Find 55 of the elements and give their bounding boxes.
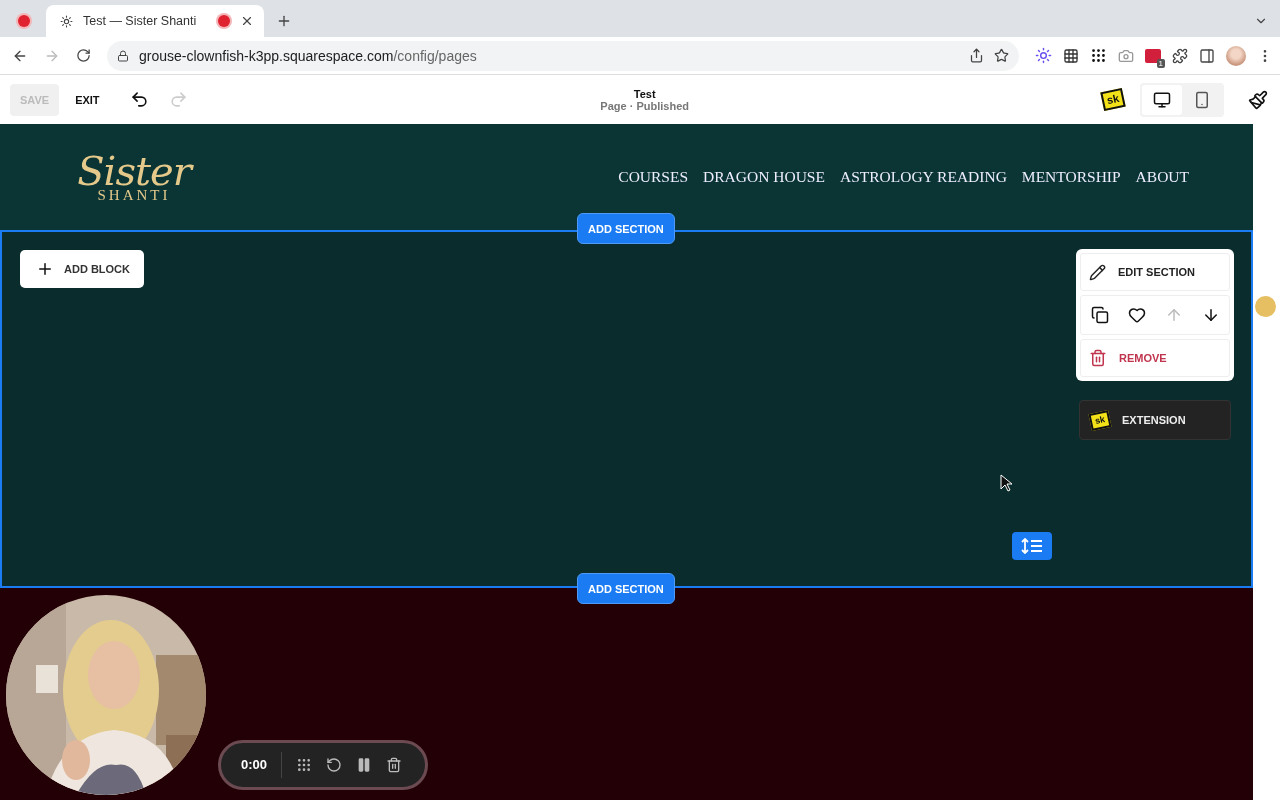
- extension-button[interactable]: sk EXTENSION: [1079, 400, 1231, 440]
- add-section-button[interactable]: ADD SECTION: [577, 213, 675, 244]
- grid-icon[interactable]: [296, 757, 313, 773]
- sk-badge[interactable]: sk: [1100, 87, 1126, 112]
- nav-link[interactable]: COURSES: [618, 168, 689, 186]
- grip-icon[interactable]: [1090, 47, 1107, 64]
- recording-time: 0:00: [241, 752, 283, 778]
- exit-button[interactable]: EXIT: [69, 92, 106, 107]
- tab-title: Test — Sister Shanti: [83, 14, 198, 28]
- add-section-button[interactable]: ADD SECTION: [577, 573, 675, 604]
- cursor-icon: [1000, 474, 1012, 492]
- nav-link[interactable]: ABOUT: [1135, 168, 1189, 186]
- undo-icon[interactable]: [129, 90, 149, 109]
- logo-caps: SHANTI: [97, 186, 171, 204]
- trash-icon: [1089, 349, 1107, 367]
- remove-button[interactable]: REMOVE: [1080, 339, 1230, 377]
- close-icon[interactable]: [240, 14, 254, 28]
- pencil-icon: [1089, 263, 1106, 281]
- monitor-icon: [1153, 90, 1171, 109]
- favorite-icon[interactable]: [1127, 306, 1146, 324]
- nav-link[interactable]: DRAGON HOUSE: [703, 168, 825, 186]
- nav-link[interactable]: ASTROLOGY READING: [839, 168, 1007, 186]
- side-panel-icon[interactable]: [1199, 47, 1215, 64]
- address-field[interactable]: grouse-clownfish-k3pp.squarespace.com/config/pages: [107, 40, 1019, 71]
- reload-icon[interactable]: [76, 48, 91, 63]
- nav-link[interactable]: MENTORSHIP: [1021, 168, 1121, 186]
- marker-dot: [1255, 296, 1276, 317]
- camera-icon[interactable]: [1118, 47, 1134, 64]
- star-icon[interactable]: [994, 48, 1009, 63]
- logo[interactable]: Sister SHANTI: [72, 150, 196, 204]
- extension-badge: 1: [1156, 58, 1165, 68]
- phone-icon: [1193, 90, 1211, 109]
- page-status: Page · Published: [600, 99, 689, 112]
- plus-icon: [36, 260, 54, 278]
- trash-icon[interactable]: [386, 757, 403, 773]
- recording-dot-icon: [18, 15, 30, 27]
- share-icon[interactable]: [969, 48, 984, 63]
- lock-icon: [117, 49, 129, 62]
- url-text: grouse-clownfish-k3pp.squarespace.com/config/pages: [139, 47, 478, 64]
- puzzle-icon[interactable]: [1172, 47, 1188, 64]
- add-block-button[interactable]: ADD BLOCK: [20, 250, 144, 288]
- desktop-view-button[interactable]: [1142, 84, 1182, 115]
- browser-tab[interactable]: Test — Sister Shanti: [46, 5, 264, 37]
- paintbrush-icon[interactable]: [1248, 89, 1268, 110]
- grid-icon[interactable]: [1063, 47, 1079, 64]
- edit-section-button[interactable]: EDIT SECTION: [1080, 253, 1230, 291]
- spacing-button[interactable]: [1012, 532, 1052, 560]
- new-tab-icon[interactable]: [276, 13, 292, 29]
- page-title: Test: [633, 87, 656, 100]
- duplicate-icon[interactable]: [1090, 306, 1109, 324]
- spacing-icon: [1021, 538, 1043, 554]
- restart-icon[interactable]: [326, 757, 343, 773]
- sun-icon[interactable]: [1035, 47, 1052, 64]
- extension-icon[interactable]: [1145, 48, 1161, 63]
- sk-badge: sk: [1088, 409, 1112, 431]
